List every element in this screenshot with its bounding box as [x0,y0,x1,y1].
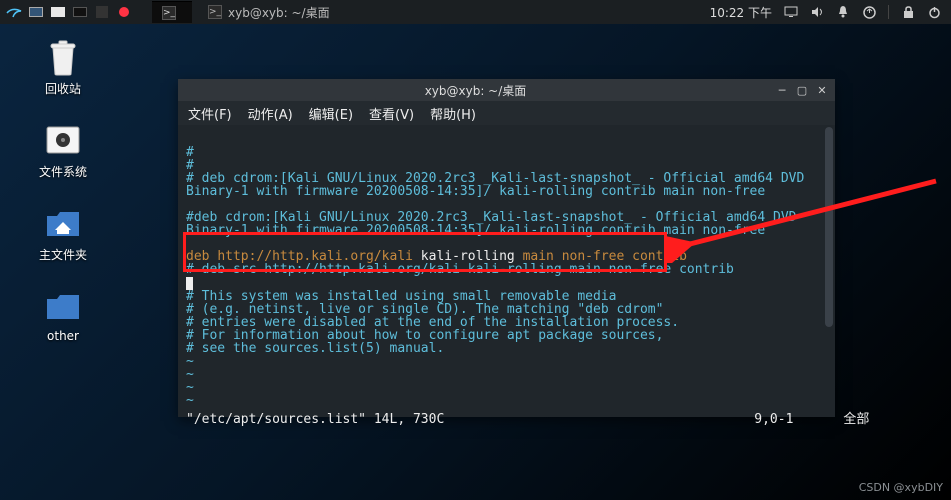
notification-icon[interactable] [836,5,850,19]
desktop-icons: 回收站 文件系统 主文件夹 other [28,40,98,369]
home-label: 主文件夹 [39,246,87,263]
menu-edit[interactable]: 编辑(E) [309,104,353,123]
taskbar-min-title: xyb@xyb: ~/桌面 [228,4,330,21]
trash-label: 回收站 [45,80,81,97]
tray-divider [888,5,889,19]
menu-view[interactable]: 查看(V) [369,104,414,123]
panel-tray: 10:22 下午 [710,4,951,21]
other-label: other [47,329,79,343]
taskbar-min-window[interactable]: >_ xyb@xyb: ~/桌面 [200,2,338,22]
filesystem-label: 文件系统 [39,163,87,180]
terminal-icon[interactable] [70,3,90,21]
panel-launchers [0,3,134,21]
home-folder-icon[interactable]: 主文件夹 [28,206,98,263]
window-title: xyb@xyb: ~/桌面 [178,82,773,99]
menu-file[interactable]: 文件(F) [188,104,232,123]
window-menu: 文件(F) 动作(A) 编辑(E) 查看(V) 帮助(H) [178,101,835,125]
window-titlebar[interactable]: xyb@xyb: ~/桌面 ─ ▢ ✕ [178,79,835,101]
volume-icon[interactable] [810,5,824,19]
maximize-button[interactable]: ▢ [793,82,811,98]
clock[interactable]: 10:22 下午 [710,4,772,21]
editor-icon[interactable] [92,3,112,21]
filesystem-icon[interactable]: 文件系统 [28,123,98,180]
terminal-small-icon: >_ [162,6,176,20]
watermark: CSDN @xybDIY [859,481,943,494]
show-desktop-icon[interactable] [26,3,46,21]
lock-icon[interactable] [901,5,915,19]
trash-icon[interactable]: 回收站 [28,40,98,97]
files-icon[interactable] [48,3,68,21]
close-button[interactable]: ✕ [813,82,831,98]
taskbar-active-window[interactable]: >_ [152,1,192,23]
minimize-button[interactable]: ─ [773,82,791,98]
updates-icon[interactable] [862,5,876,19]
power-icon[interactable] [927,5,941,19]
terminal-small-icon: >_ [208,5,222,19]
record-icon[interactable] [114,3,134,21]
annotation-arrow [666,173,946,263]
vim-status-line: "/etc/apt/sources.list" 14L, 730C9,0-1全部 [186,413,821,426]
display-icon[interactable] [784,5,798,19]
menu-action[interactable]: 动作(A) [248,104,293,123]
other-folder-icon[interactable]: other [28,289,98,343]
top-panel: >_ >_ xyb@xyb: ~/桌面 10:22 下午 [0,0,951,24]
tilde: ~ [186,393,194,408]
menu-help[interactable]: 帮助(H) [430,104,476,123]
annotation-highlight-box [183,232,667,272]
kali-menu-icon[interactable] [4,3,24,21]
line: # see the sources.list(5) manual. [186,341,444,356]
